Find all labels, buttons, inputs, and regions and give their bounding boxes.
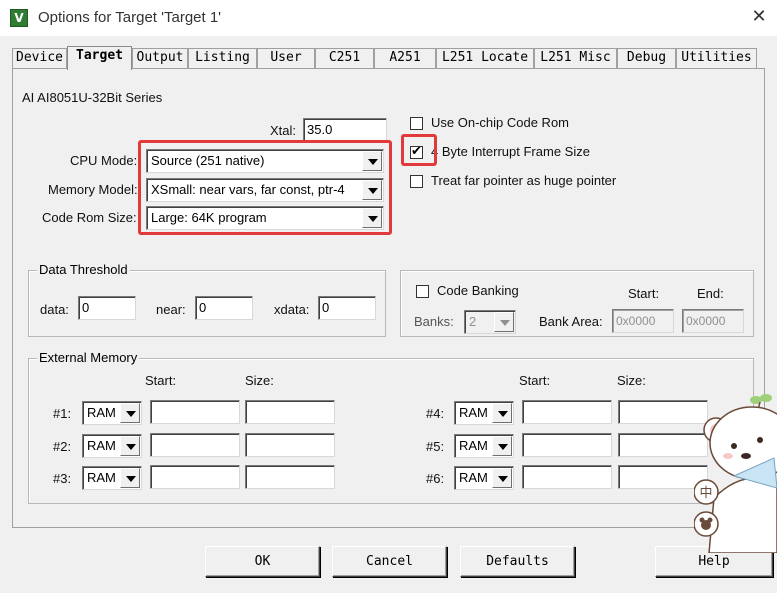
ext-size-header: Size: bbox=[617, 373, 646, 388]
app-logo-icon: V bbox=[10, 9, 28, 27]
bank-area-label: Bank Area: bbox=[539, 314, 603, 329]
use-onchip-checkbox[interactable] bbox=[410, 117, 423, 130]
ext-start-header: Start: bbox=[519, 373, 551, 388]
ext-type-select[interactable]: RAM bbox=[454, 466, 514, 490]
ext-type-value: RAM bbox=[459, 470, 488, 485]
highlight-box bbox=[401, 134, 437, 166]
xdata-label: xdata: bbox=[274, 302, 310, 317]
byte-interrupt-label: 4 Byte Interrupt Frame Size bbox=[431, 144, 590, 159]
banks-label: Banks: bbox=[414, 314, 454, 329]
bear-sticker-icon: 中 bbox=[694, 394, 777, 553]
ext-size-input[interactable] bbox=[245, 465, 335, 489]
ext-type-value: RAM bbox=[459, 438, 488, 453]
window-title: Options for Target 'Target 1' bbox=[38, 9, 222, 26]
data-label: data: bbox=[40, 302, 69, 317]
near-threshold-input[interactable]: 0 bbox=[195, 296, 253, 320]
ext-start-input[interactable] bbox=[150, 433, 240, 457]
ext-type-select[interactable]: RAM bbox=[82, 401, 142, 425]
ext-type-select[interactable]: RAM bbox=[454, 434, 514, 458]
ext-type-select[interactable]: RAM bbox=[82, 466, 142, 490]
chevron-down-icon[interactable] bbox=[492, 403, 512, 423]
chevron-down-icon[interactable] bbox=[492, 436, 512, 456]
chevron-down-icon[interactable] bbox=[120, 403, 140, 423]
chevron-down-icon[interactable] bbox=[120, 468, 140, 488]
banks-select[interactable]: 2 bbox=[464, 310, 516, 334]
chevron-down-icon[interactable] bbox=[120, 436, 140, 456]
data-threshold-input[interactable]: 0 bbox=[78, 296, 136, 320]
data-threshold-title: Data Threshold bbox=[37, 262, 130, 277]
tab-target[interactable]: Target bbox=[67, 46, 132, 70]
ext-start-input[interactable] bbox=[522, 400, 612, 424]
ext-start-input[interactable] bbox=[522, 465, 612, 489]
xdata-threshold-input[interactable]: 0 bbox=[318, 296, 376, 320]
ext-row-label: #4: bbox=[426, 406, 445, 421]
tab-l251-misc[interactable]: L251 Misc bbox=[534, 48, 617, 68]
device-name: AI AI8051U-32Bit Series bbox=[22, 90, 163, 105]
ext-type-select[interactable]: RAM bbox=[454, 401, 514, 425]
near-label: near: bbox=[156, 302, 186, 317]
memory-model-label: Memory Model: bbox=[48, 182, 138, 197]
code-banking-checkbox[interactable] bbox=[416, 285, 429, 298]
use-onchip-label: Use On-chip Code Rom bbox=[431, 115, 569, 130]
ext-type-select[interactable]: RAM bbox=[82, 434, 142, 458]
ext-type-value: RAM bbox=[87, 438, 116, 453]
tab-utilities[interactable]: Utilities bbox=[676, 48, 757, 68]
chevron-down-icon[interactable] bbox=[494, 312, 514, 332]
ext-size-header: Size: bbox=[245, 373, 274, 388]
ext-start-input[interactable] bbox=[150, 465, 240, 489]
ext-start-input[interactable] bbox=[522, 433, 612, 457]
bank-start-input[interactable]: 0x0000 bbox=[612, 309, 674, 333]
defaults-button[interactable]: Defaults bbox=[460, 546, 575, 577]
tab-device[interactable]: Device bbox=[12, 48, 67, 68]
bank-start-label: Start: bbox=[628, 286, 660, 301]
xtal-label: Xtal: bbox=[270, 123, 297, 138]
external-memory-title: External Memory bbox=[37, 350, 140, 365]
bank-end-input[interactable]: 0x0000 bbox=[682, 309, 744, 333]
tab-a251[interactable]: A251 bbox=[374, 48, 436, 68]
chevron-down-icon[interactable] bbox=[492, 468, 512, 488]
tab-listing[interactable]: Listing bbox=[188, 48, 257, 68]
ext-type-value: RAM bbox=[87, 470, 116, 485]
tab-c251[interactable]: C251 bbox=[315, 48, 374, 68]
xtal-input[interactable]: 35.0 bbox=[303, 118, 387, 142]
ext-row-label: #5: bbox=[426, 439, 445, 454]
ext-type-value: RAM bbox=[459, 405, 488, 420]
ext-size-input[interactable] bbox=[245, 400, 335, 424]
cancel-button[interactable]: Cancel bbox=[332, 546, 447, 577]
bank-end-label: End: bbox=[697, 286, 724, 301]
far-pointer-checkbox[interactable] bbox=[410, 175, 423, 188]
tab-debug[interactable]: Debug bbox=[617, 48, 676, 68]
ext-start-input[interactable] bbox=[150, 400, 240, 424]
far-pointer-label: Treat far pointer as huge pointer bbox=[431, 173, 617, 188]
ext-size-input[interactable] bbox=[245, 433, 335, 457]
close-icon[interactable]: ✕ bbox=[748, 6, 770, 28]
svg-text:中: 中 bbox=[699, 486, 712, 501]
banks-value: 2 bbox=[469, 314, 477, 329]
tab-l251-locate[interactable]: L251 Locate bbox=[436, 48, 534, 68]
ok-button[interactable]: OK bbox=[205, 546, 320, 577]
code-banking-label: Code Banking bbox=[437, 283, 519, 298]
highlight-box bbox=[138, 140, 392, 235]
ext-start-header: Start: bbox=[145, 373, 177, 388]
code-rom-label: Code Rom Size: bbox=[42, 210, 137, 225]
ext-row-label: #2: bbox=[53, 439, 72, 454]
ext-type-value: RAM bbox=[87, 405, 116, 420]
tab-output[interactable]: Output bbox=[132, 48, 188, 68]
cpu-mode-label: CPU Mode: bbox=[70, 153, 138, 168]
tab-user[interactable]: User bbox=[257, 48, 315, 68]
ext-row-label: #1: bbox=[53, 406, 72, 421]
ext-row-label: #6: bbox=[426, 471, 445, 486]
ext-row-label: #3: bbox=[53, 471, 72, 486]
